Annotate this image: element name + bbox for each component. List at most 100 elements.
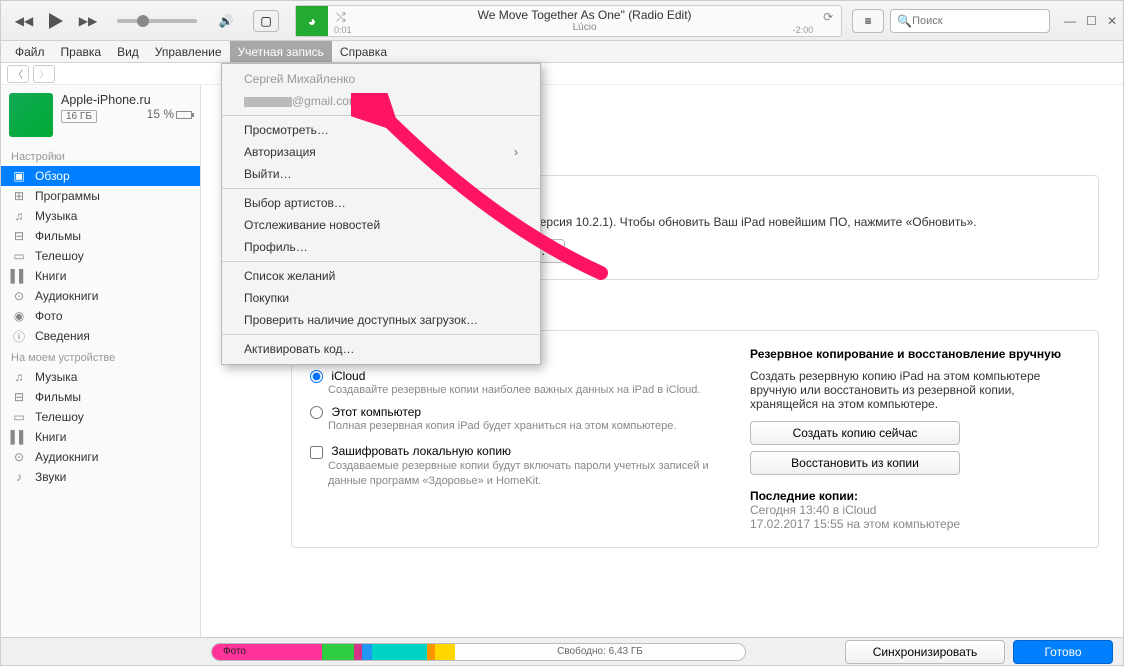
sidebar-info[interactable]: ⓘСведения — [1, 326, 200, 346]
encrypt-checkbox[interactable] — [310, 446, 323, 459]
remaining-time: -2:00 — [793, 25, 814, 35]
sidebar-overview[interactable]: ▣Обзор — [1, 166, 200, 186]
last-backup-2: 17.02.2017 15:55 на этом компьютере — [750, 517, 1080, 531]
forward-button[interactable]: 〉 — [33, 65, 55, 83]
menu-controls[interactable]: Управление — [147, 41, 230, 62]
track-title: We Move Together As One" (Radio Edit) — [328, 8, 841, 22]
music-icon: ♫ — [11, 370, 27, 384]
ondevice-sounds[interactable]: ♪Звуки — [1, 467, 200, 487]
book-icon: ▌▌ — [11, 269, 27, 283]
device-capacity: 16 ГБ — [61, 110, 97, 123]
player-bar: ◀◀ ▶▶ 🔊 ▢ ◕ ⤭ We Move Together As One" (… — [1, 1, 1123, 41]
back-button[interactable]: 〈 — [7, 65, 29, 83]
bell-icon: ♪ — [11, 470, 27, 484]
play-button[interactable] — [45, 10, 67, 32]
sidebar-music[interactable]: ♫Музыка — [1, 206, 200, 226]
dd-profile[interactable]: Профиль… — [222, 236, 540, 258]
device-header: Apple-iPhone.ru 16 ГБ 15 % — [1, 85, 200, 145]
tv-icon: ▭ — [11, 410, 27, 424]
shuffle-icon[interactable]: ⤭ — [336, 10, 346, 25]
volume-icon: 🔊 — [215, 10, 237, 32]
minimize-button[interactable]: — — [1064, 14, 1076, 28]
manual-backup-title: Резервное копирование и восстановление в… — [750, 347, 1080, 361]
battery-percent: 15 % — [147, 107, 174, 121]
menu-help[interactable]: Справка — [332, 41, 395, 62]
restore-backup-button[interactable]: Восстановить из копии — [750, 451, 960, 475]
capacity-seg7 — [435, 644, 455, 660]
close-button[interactable]: ✕ — [1107, 14, 1117, 28]
ondevice-audiobooks[interactable]: ⊙Аудиокниги — [1, 447, 200, 467]
bottom-bar: Свободно: 6,43 ГБ Фото Синхронизировать … — [1, 637, 1123, 665]
capacity-seg4 — [362, 644, 372, 660]
sidebar: Apple-iPhone.ru 16 ГБ 15 % Настройки ▣Об… — [1, 85, 201, 639]
repeat-icon[interactable]: ⟳ — [823, 10, 833, 24]
album-art: ◕ — [296, 6, 328, 36]
airplay-button[interactable]: ▢ — [253, 10, 279, 32]
capacity-apps — [322, 644, 354, 660]
dd-redeem[interactable]: Активировать код… — [222, 338, 540, 360]
backup-now-button[interactable]: Создать копию сейчас — [750, 421, 960, 445]
now-playing-display: ◕ ⤭ We Move Together As One" (Radio Edit… — [295, 5, 842, 37]
next-button[interactable]: ▶▶ — [77, 10, 99, 32]
last-backup-label: Последние копии: — [750, 489, 1080, 503]
done-button[interactable]: Готово — [1013, 640, 1113, 664]
capacity-bar: Свободно: 6,43 ГБ — [211, 643, 746, 661]
dd-downloads[interactable]: Проверить наличие доступных загрузок… — [222, 309, 540, 331]
battery-icon — [176, 111, 192, 119]
sidebar-movies[interactable]: ⊟Фильмы — [1, 226, 200, 246]
audiobook-icon: ⊙ — [11, 289, 27, 303]
elapsed-time: 0:01 — [334, 25, 352, 35]
maximize-button[interactable]: ☐ — [1086, 14, 1097, 28]
encrypt-label[interactable]: Зашифровать локальную копию — [331, 444, 511, 458]
menu-bar: Файл Правка Вид Управление Учетная запис… — [1, 41, 1123, 63]
dd-signout[interactable]: Выйти… — [222, 163, 540, 185]
dd-view[interactable]: Просмотреть… — [222, 119, 540, 141]
menu-file[interactable]: Файл — [7, 41, 53, 62]
dd-wishlist[interactable]: Список желаний — [222, 265, 540, 287]
capacity-seg5 — [372, 644, 427, 660]
manual-backup-desc: Создать резервную копию iPad на этом ком… — [750, 369, 1080, 411]
volume-slider[interactable] — [117, 19, 197, 23]
icloud-label[interactable]: iCloud — [331, 369, 365, 383]
dd-news[interactable]: Отслеживание новостей — [222, 214, 540, 236]
sidebar-tvshows[interactable]: ▭Телешоу — [1, 246, 200, 266]
ondevice-books[interactable]: ▌▌Книги — [1, 427, 200, 447]
audiobook-icon: ⊙ — [11, 450, 27, 464]
tablet-icon: ▣ — [11, 169, 27, 183]
list-view-button[interactable]: ≡ — [852, 9, 884, 33]
menu-account[interactable]: Учетная запись — [230, 41, 332, 62]
sidebar-books[interactable]: ▌▌Книги — [1, 266, 200, 286]
film-icon: ⊟ — [11, 229, 27, 243]
sidebar-apps[interactable]: ⊞Программы — [1, 186, 200, 206]
film-icon: ⊟ — [11, 390, 27, 404]
track-artist: Lúcio — [328, 22, 841, 33]
dd-purchases[interactable]: Покупки — [222, 287, 540, 309]
dd-artists[interactable]: Выбор артистов… — [222, 192, 540, 214]
chevron-right-icon: › — [514, 145, 518, 159]
last-backup-1: Сегодня 13:40 в iCloud — [750, 503, 1080, 517]
icloud-desc: Создавайте резервные копии наиболее важн… — [328, 383, 720, 398]
nav-row: 〈 〉 le-iPhone.ru — [1, 63, 1123, 85]
capacity-photos — [212, 644, 322, 660]
sidebar-audiobooks[interactable]: ⊙Аудиокниги — [1, 286, 200, 306]
dd-authorization[interactable]: Авторизация› — [222, 141, 540, 163]
device-name: Apple-iPhone.ru — [61, 93, 192, 107]
icloud-radio[interactable] — [310, 370, 323, 383]
previous-button[interactable]: ◀◀ — [13, 10, 35, 32]
menu-edit[interactable]: Правка — [53, 41, 110, 62]
menu-view[interactable]: Вид — [109, 41, 147, 62]
playback-controls: ◀◀ ▶▶ 🔊 ▢ — [7, 10, 285, 32]
account-user-name: Сергей Михайленко — [222, 68, 540, 90]
ondevice-music[interactable]: ♫Музыка — [1, 367, 200, 387]
thispc-radio[interactable] — [310, 406, 323, 419]
info-icon: ⓘ — [11, 329, 27, 343]
capacity-seg3 — [354, 644, 362, 660]
sidebar-photos[interactable]: ◉Фото — [1, 306, 200, 326]
ondevice-tvshows[interactable]: ▭Телешоу — [1, 407, 200, 427]
sync-button[interactable]: Синхронизировать — [845, 640, 1005, 664]
search-input[interactable] — [912, 15, 1054, 27]
search-box[interactable]: 🔍 — [890, 9, 1050, 33]
ondevice-movies[interactable]: ⊟Фильмы — [1, 387, 200, 407]
account-dropdown: Сергей Михайленко @gmail.com Просмотреть… — [221, 63, 541, 365]
thispc-label[interactable]: Этот компьютер — [331, 405, 421, 419]
